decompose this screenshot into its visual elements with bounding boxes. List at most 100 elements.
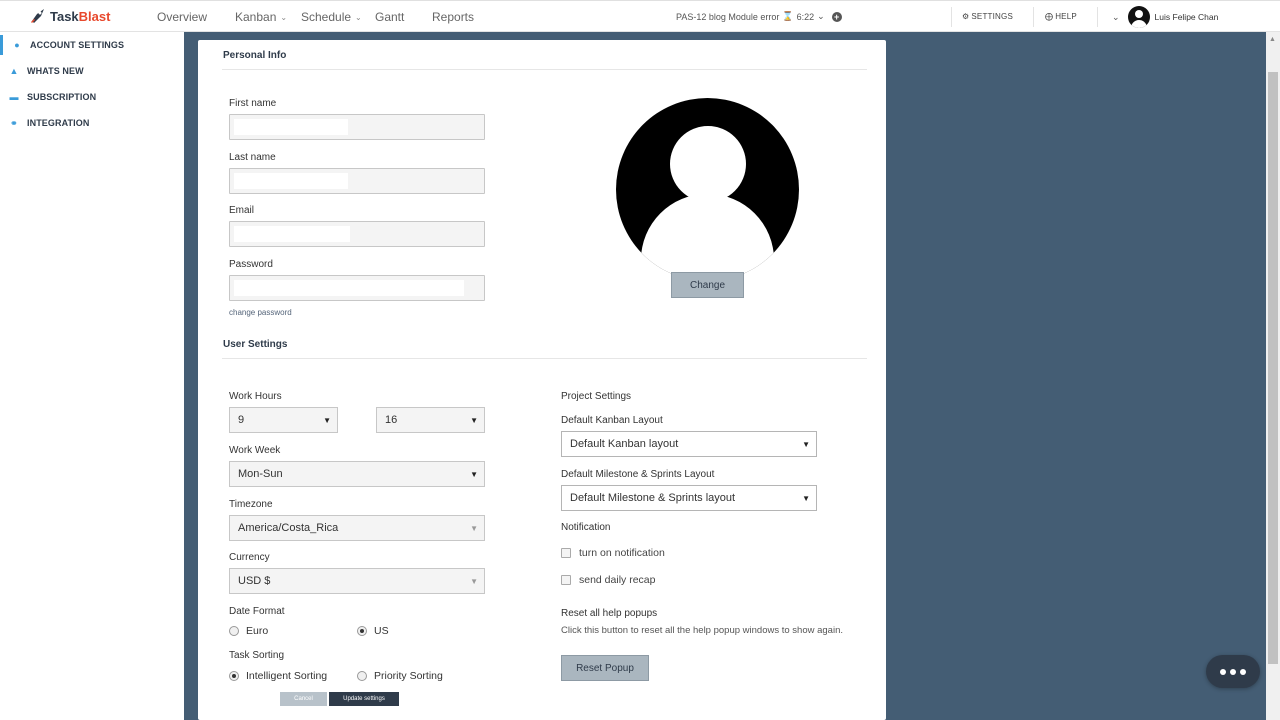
nav-gantt[interactable]: Gantt — [375, 10, 404, 24]
task-sorting-label: Task Sorting — [229, 650, 285, 661]
password-field[interactable] — [229, 275, 485, 301]
active-task-timer[interactable]: PAS-12 blog Module error ⌛ 6:22 ⌄ + — [676, 11, 842, 22]
gear-icon: ⚙ — [962, 12, 970, 21]
nav-overview[interactable]: Overview — [157, 10, 207, 24]
nav-gantt-label: Gantt — [375, 10, 405, 24]
radio-button[interactable] — [357, 671, 367, 681]
currency-select[interactable]: USD $ ▼ — [229, 568, 485, 594]
turn-on-notification-checkbox[interactable]: turn on notification — [561, 547, 665, 559]
update-settings-button[interactable]: Update settings — [329, 692, 399, 706]
nav-kanban[interactable]: Kanban ⌄ — [235, 10, 287, 24]
milestone-layout-select[interactable]: Default Milestone & Sprints layout ▼ — [561, 485, 817, 511]
radio-button[interactable] — [229, 671, 239, 681]
dropdown-arrow-icon: ▼ — [802, 440, 810, 449]
send-daily-recap-checkbox[interactable]: send daily recap — [561, 574, 655, 586]
settings-link[interactable]: ⚙ SETTINGS — [962, 12, 1013, 21]
checkbox[interactable] — [561, 548, 571, 558]
reset-popup-button[interactable]: Reset Popup — [561, 655, 649, 681]
card-icon: ▬ — [9, 92, 19, 102]
active-task-name: PAS-12 blog Module error — [676, 11, 780, 22]
change-avatar-button[interactable]: Change — [671, 272, 744, 298]
sidebar-item-account-settings[interactable]: ● ACCOUNT SETTINGS — [0, 35, 184, 55]
work-week-label: Work Week — [229, 445, 281, 456]
sidebar-item-subscription[interactable]: ▬ SUBSCRIPTION — [0, 87, 184, 107]
work-hours-end-select[interactable]: 16 ▼ — [376, 407, 485, 433]
radio-button[interactable] — [229, 626, 239, 636]
milestone-layout-value: Default Milestone & Sprints layout — [570, 492, 736, 504]
reset-popups-description: Click this button to reset all the help … — [561, 625, 843, 636]
sorting-priority-radio[interactable]: Priority Sorting — [357, 670, 443, 682]
sorting-intelligent-radio[interactable]: Intelligent Sorting — [229, 670, 327, 682]
help-link[interactable]: ⨁ HELP — [1045, 12, 1077, 21]
chevron-down-icon: ⌄ — [817, 11, 825, 21]
kanban-layout-value: Default Kanban layout — [570, 438, 679, 450]
password-label: Password — [229, 259, 273, 270]
scroll-up-icon[interactable]: ▲ — [1269, 36, 1276, 43]
divider — [1033, 7, 1034, 27]
dropdown-arrow-icon: ▼ — [470, 524, 478, 533]
nav-reports[interactable]: Reports — [432, 10, 474, 24]
project-settings-title: Project Settings — [561, 391, 632, 402]
scrollbar-thumb[interactable] — [1268, 72, 1278, 664]
first-name-field[interactable] — [229, 114, 485, 140]
radio-button[interactable] — [357, 626, 367, 636]
taskblast-logo[interactable]: Task Blast — [28, 7, 110, 25]
date-format-euro-radio[interactable]: Euro — [229, 625, 268, 637]
kanban-layout-select[interactable]: Default Kanban layout ▼ — [561, 431, 817, 457]
sidebar-item-label: INTEGRATION — [27, 118, 90, 128]
top-navbar: Task Blast Overview Kanban ⌄ Schedule ⌄ Gan… — [0, 0, 1280, 32]
dot-icon — [1220, 668, 1226, 675]
timer-value: 6:22 — [796, 11, 815, 22]
timezone-value: America/Costa_Rica — [238, 522, 339, 534]
personal-info-title: Personal Info — [223, 50, 287, 61]
help-label: HELP — [1055, 12, 1077, 21]
checkbox-label: turn on notification — [579, 547, 665, 559]
user-name: Luis Felipe Chan — [1154, 12, 1219, 22]
chevron-down-icon: ⌄ — [280, 12, 288, 22]
first-name-label: First name — [229, 98, 277, 109]
dropdown-arrow-icon: ▼ — [323, 416, 331, 425]
rocket-icon — [31, 9, 44, 23]
date-format-us-radio[interactable]: US — [357, 625, 389, 637]
user-menu[interactable]: ⌄ Luis Felipe Chan — [1112, 6, 1218, 28]
checkbox[interactable] — [561, 575, 571, 585]
cancel-button[interactable]: Cancel — [280, 692, 327, 706]
dropdown-arrow-icon: ▼ — [470, 577, 478, 586]
profile-avatar — [616, 98, 799, 281]
add-circle-icon[interactable]: + — [831, 11, 842, 22]
timezone-select[interactable]: America/Costa_Rica ▼ — [229, 515, 485, 541]
nav-kanban-label: Kanban — [235, 10, 277, 24]
user-icon: ● — [14, 40, 20, 50]
work-hours-start-select[interactable]: 9 ▼ — [229, 407, 338, 433]
bell-icon: ▲ — [9, 66, 19, 76]
section-divider — [222, 358, 867, 359]
change-password-link[interactable]: change password — [229, 308, 292, 317]
timezone-label: Timezone — [229, 499, 273, 510]
email-field[interactable] — [229, 221, 485, 247]
reset-popups-title: Reset all help popups — [561, 608, 658, 619]
work-week-select[interactable]: Mon-Sun ▼ — [229, 461, 485, 487]
radio-label: Priority Sorting — [374, 670, 443, 682]
currency-value: USD $ — [238, 575, 271, 587]
sidebar-item-label: WHATS NEW — [27, 66, 84, 76]
dropdown-arrow-icon: ▼ — [470, 470, 478, 479]
sidebar-item-integration[interactable]: ⚭ INTEGRATION — [0, 113, 184, 133]
checkbox-label: send daily recap — [579, 574, 656, 586]
dropdown-arrow-icon: ▼ — [802, 494, 810, 503]
dot-icon — [1230, 668, 1236, 675]
last-name-field[interactable] — [229, 168, 485, 194]
dot-icon — [1240, 668, 1246, 675]
vertical-scrollbar[interactable]: ▲ — [1266, 32, 1280, 720]
currency-label: Currency — [229, 552, 270, 563]
sidebar-item-label: ACCOUNT SETTINGS — [30, 40, 125, 50]
kanban-layout-label: Default Kanban Layout — [561, 415, 663, 426]
dropdown-arrow-icon: ▼ — [470, 416, 478, 425]
sidebar-item-label: SUBSCRIPTION — [27, 92, 97, 102]
sidebar-item-whats-new[interactable]: ▲ WHATS NEW — [0, 61, 184, 81]
nav-schedule[interactable]: Schedule ⌄ — [301, 10, 362, 24]
logo-text-blast: Blast — [78, 8, 111, 24]
chat-bubble-button[interactable] — [1206, 655, 1260, 688]
divider — [951, 7, 952, 27]
work-hours-end-value: 16 — [385, 414, 398, 426]
chevron-down-icon: ⌄ — [355, 12, 362, 22]
